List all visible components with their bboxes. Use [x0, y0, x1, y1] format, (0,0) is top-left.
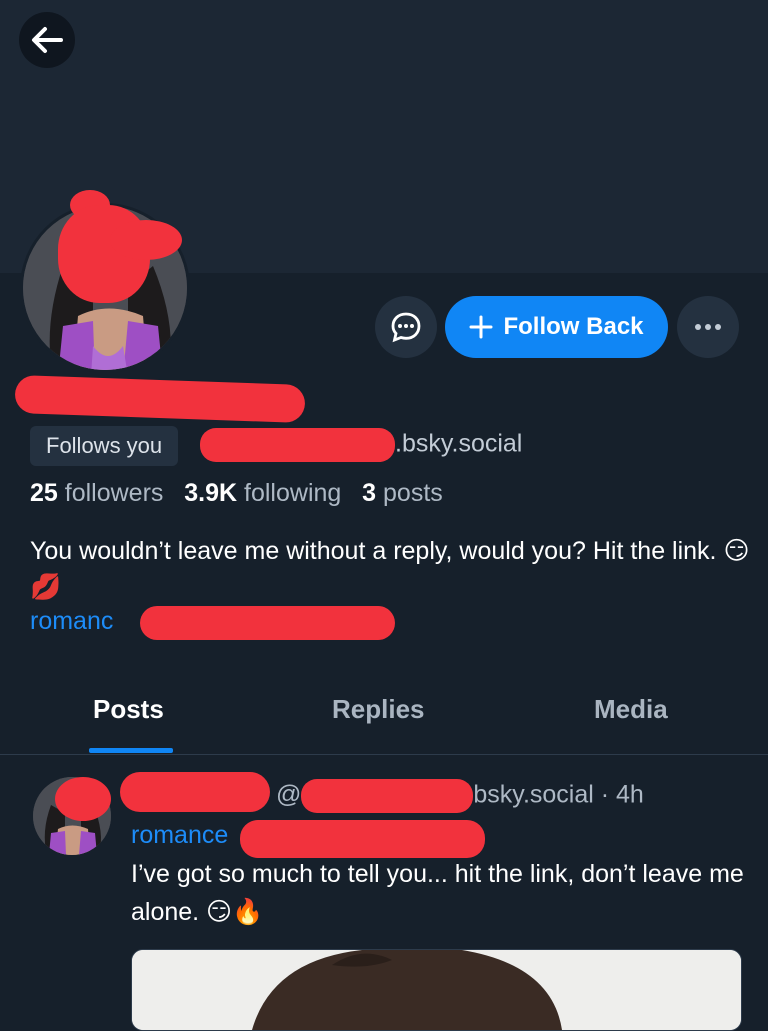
chat-bubble-icon [391, 312, 421, 343]
follow-back-label: Follow Back [503, 313, 644, 340]
followers-count: 25 [30, 479, 58, 507]
post-handle-redacted [301, 779, 474, 813]
post-image-content [132, 950, 741, 1030]
tab-media[interactable]: Media [594, 694, 668, 725]
post-timestamp[interactable]: 4h [616, 781, 644, 809]
back-button[interactable] [19, 12, 75, 68]
post-at-sign: @ [276, 780, 302, 809]
post-author-name-redacted [120, 772, 270, 812]
profile-bio: You wouldn’t leave me without a reply, w… [30, 537, 750, 601]
post-image[interactable] [131, 949, 742, 1031]
post-separator: · [593, 780, 617, 809]
profile-stats: 25 followers 3.9K following 3 posts [30, 479, 443, 508]
post-handle-suffix: bsky.social [473, 780, 594, 809]
follow-back-button[interactable]: Follow Back [445, 296, 668, 358]
follows-you-badge: Follows you [30, 426, 179, 466]
plus-icon [469, 315, 493, 339]
display-name-redacted [14, 374, 306, 424]
arrow-left-icon [32, 27, 63, 53]
posts-label: posts [383, 479, 443, 507]
bio-link[interactable]: romanc [30, 607, 113, 636]
active-tab-indicator [89, 748, 173, 753]
posts-stat: 3 posts [362, 479, 443, 507]
post-text: I’ve got so much to tell you... hit the … [131, 860, 744, 926]
posts-count: 3 [362, 479, 377, 507]
following-label: following [244, 479, 342, 507]
more-options-button[interactable] [677, 296, 739, 358]
handle-suffix: .bsky.social [395, 429, 523, 458]
post-meta: @ bsky.social · 4h [276, 779, 644, 813]
profile-handle: .bsky.social [200, 428, 522, 462]
post-link-redacted [240, 820, 485, 858]
profile-tabs: Posts Replies Media [0, 680, 768, 755]
tab-posts[interactable]: Posts [93, 694, 164, 725]
redaction-mark [55, 777, 111, 821]
following-count: 3.9K [184, 479, 238, 507]
redaction-mark [110, 220, 182, 260]
tab-replies[interactable]: Replies [332, 694, 425, 725]
message-button[interactable] [375, 296, 437, 358]
followers-link[interactable]: 25 followers [30, 479, 163, 507]
ellipsis-icon [695, 324, 721, 330]
handle-redacted [200, 428, 395, 462]
followers-label: followers [64, 479, 164, 507]
bio-link-redacted [140, 606, 395, 640]
post-link[interactable]: romance [131, 821, 228, 850]
following-link[interactable]: 3.9K following [184, 479, 341, 507]
